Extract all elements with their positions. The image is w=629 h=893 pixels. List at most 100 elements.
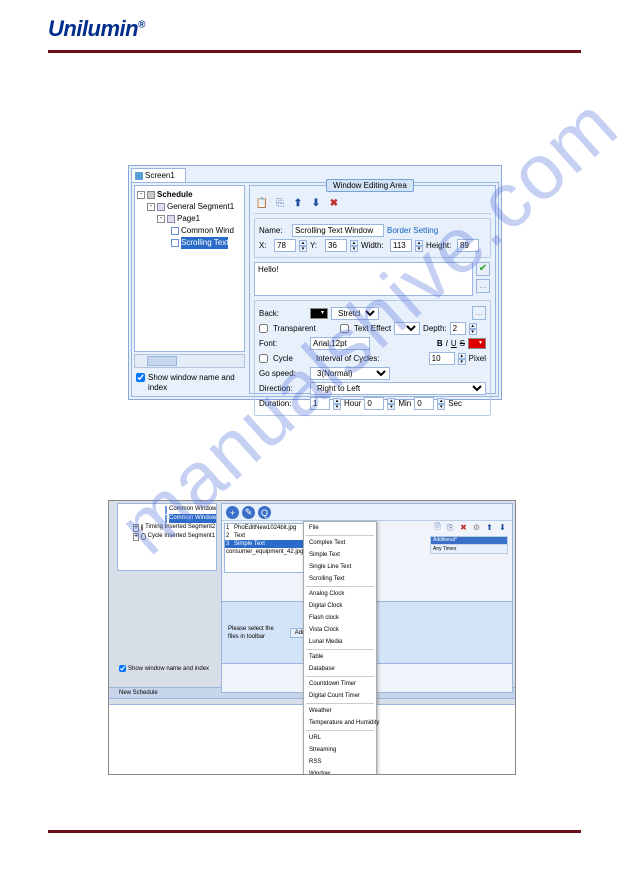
browse-button[interactable]: … bbox=[472, 306, 486, 320]
schedule-tree-2[interactable]: Common Window2 Common Window1 +Timing In… bbox=[117, 503, 217, 571]
checkbox-icon[interactable] bbox=[136, 373, 145, 382]
y-label: Y: bbox=[310, 239, 322, 252]
menu-item[interactable]: Streaming bbox=[304, 744, 376, 756]
file-list[interactable]: 1PhoEditNew1024bit.jpg 2Text 3Simple Tex… bbox=[224, 523, 304, 573]
tree-hscrollbar[interactable] bbox=[134, 354, 245, 368]
underline-button[interactable]: U bbox=[451, 337, 457, 350]
expand-icon[interactable]: - bbox=[157, 215, 165, 223]
menu-item[interactable]: Single Line Text bbox=[304, 561, 376, 573]
direction-label: Direction: bbox=[259, 382, 307, 395]
height-input[interactable] bbox=[457, 239, 479, 252]
depth-label: Depth: bbox=[423, 322, 447, 335]
spinner-icon[interactable]: ▴▾ bbox=[350, 240, 358, 252]
y-input[interactable] bbox=[325, 239, 347, 252]
italic-button[interactable]: I bbox=[446, 337, 448, 350]
strike-button[interactable]: S bbox=[460, 337, 465, 350]
back-mode-select[interactable]: Stretch bbox=[331, 307, 379, 320]
clock-icon bbox=[141, 524, 143, 531]
spinner-icon[interactable]: ▴▾ bbox=[415, 240, 423, 252]
add-media-button[interactable]: + bbox=[226, 506, 239, 519]
move-down-icon[interactable]: ⬇ bbox=[310, 197, 322, 209]
page-header: Unilumin® bbox=[0, 0, 629, 46]
direction-select[interactable]: Right to Left bbox=[310, 382, 486, 395]
sec-label: Sec bbox=[448, 397, 462, 410]
delete-icon[interactable]: ✖ bbox=[328, 197, 340, 209]
menu-item[interactable]: Vista Clock bbox=[304, 624, 376, 636]
gear-icon[interactable]: ⚙ bbox=[471, 522, 482, 533]
delete-icon[interactable]: ✖ bbox=[458, 522, 469, 533]
transparent-label: Transparent bbox=[273, 322, 316, 335]
spinner-icon[interactable]: ▴▾ bbox=[333, 398, 341, 410]
more-button[interactable]: … bbox=[476, 279, 490, 293]
hour-input[interactable] bbox=[310, 397, 330, 410]
tree-item-selected[interactable]: Common Window1 bbox=[169, 514, 217, 523]
width-input[interactable] bbox=[390, 239, 412, 252]
menu-item[interactable]: File bbox=[304, 522, 376, 534]
text-effect-checkbox[interactable] bbox=[340, 324, 349, 333]
x-input[interactable] bbox=[274, 239, 296, 252]
spinner-icon[interactable]: ▴▾ bbox=[299, 240, 307, 252]
font-color-swatch[interactable]: ▾ bbox=[468, 338, 486, 349]
copy-icon[interactable]: ⎘ bbox=[274, 197, 286, 209]
menu-item[interactable]: Table bbox=[304, 651, 376, 663]
expand-icon[interactable]: - bbox=[147, 203, 155, 211]
cycle-checkbox[interactable] bbox=[259, 354, 268, 363]
transparent-checkbox[interactable] bbox=[259, 324, 268, 333]
tool-button[interactable]: ✎ bbox=[242, 506, 255, 519]
min-input[interactable] bbox=[364, 397, 384, 410]
show-window-name-checkbox-2[interactable]: Show window name and index bbox=[119, 665, 215, 673]
expand-icon[interactable]: - bbox=[137, 191, 145, 199]
spinner-icon[interactable]: ▴▾ bbox=[458, 353, 466, 365]
cycle-icon bbox=[141, 533, 146, 540]
menu-item[interactable]: URL bbox=[304, 732, 376, 744]
document-icon[interactable]: 🗎 bbox=[432, 522, 443, 533]
spinner-icon[interactable]: ▴▾ bbox=[437, 398, 445, 410]
menu-item[interactable]: Digital Clock bbox=[304, 600, 376, 612]
menu-item[interactable]: Digital Count Timer bbox=[304, 690, 376, 702]
min-label: Min bbox=[398, 397, 411, 410]
expand-icon[interactable]: + bbox=[133, 533, 139, 541]
paste-icon[interactable]: 📋 bbox=[256, 197, 268, 209]
move-up-icon[interactable]: ⬆ bbox=[484, 522, 495, 533]
bold-button[interactable]: B bbox=[437, 337, 443, 350]
checkbox-icon[interactable] bbox=[119, 665, 126, 672]
interval-input[interactable] bbox=[429, 352, 455, 365]
confirm-button[interactable]: ✔ bbox=[476, 262, 490, 276]
back-color-swatch[interactable]: ▾ bbox=[310, 308, 328, 319]
menu-item[interactable]: Analog Clock bbox=[304, 588, 376, 600]
speed-select[interactable]: 3(Normal) bbox=[310, 367, 390, 380]
expand-icon[interactable]: + bbox=[133, 524, 139, 532]
menu-item[interactable]: Database bbox=[304, 663, 376, 675]
sec-input[interactable] bbox=[414, 397, 434, 410]
spinner-icon[interactable]: ▴▾ bbox=[469, 323, 477, 335]
tab-screen1[interactable]: Screen1 bbox=[131, 168, 186, 182]
menu-item[interactable]: Simple Text bbox=[304, 549, 376, 561]
menu-item[interactable]: Complex Text bbox=[304, 537, 376, 549]
menu-item[interactable]: RSS bbox=[304, 756, 376, 768]
screenshot-add-media: Common Window2 Common Window1 +Timing In… bbox=[108, 500, 516, 775]
copy-icon[interactable]: ⎘ bbox=[445, 522, 456, 533]
name-input[interactable] bbox=[292, 224, 384, 237]
menu-item[interactable]: Flash clock bbox=[304, 612, 376, 624]
move-up-icon[interactable]: ⬆ bbox=[292, 197, 304, 209]
border-setting-link[interactable]: Border Setting bbox=[387, 224, 438, 237]
media-type-menu[interactable]: File Complex Text Simple Text Single Lin… bbox=[303, 521, 377, 775]
tree-item-selected[interactable]: Scrolling Text bbox=[181, 237, 228, 249]
menu-item[interactable]: Lunar Media bbox=[304, 636, 376, 648]
height-label: Height: bbox=[426, 239, 454, 252]
window-icon bbox=[171, 239, 179, 247]
effect-select[interactable] bbox=[394, 322, 420, 335]
menu-item[interactable]: Scrolling Text bbox=[304, 573, 376, 585]
text-content-area[interactable]: Hello! bbox=[254, 262, 473, 296]
depth-input[interactable] bbox=[450, 322, 466, 335]
menu-item[interactable]: Window bbox=[304, 768, 376, 775]
menu-item[interactable]: Weather bbox=[304, 705, 376, 717]
font-input[interactable] bbox=[310, 337, 370, 350]
schedule-tree[interactable]: -Schedule -General Segment1 -Page1 Commo… bbox=[134, 185, 245, 352]
move-down-icon[interactable]: ⬇ bbox=[497, 522, 508, 533]
show-window-name-checkbox[interactable]: Show window name and index bbox=[136, 373, 243, 393]
spinner-icon[interactable]: ▴▾ bbox=[387, 398, 395, 410]
search-button[interactable]: Q bbox=[258, 506, 271, 519]
menu-item[interactable]: Countdown Timer bbox=[304, 678, 376, 690]
menu-item[interactable]: Temperature and Humidity bbox=[304, 717, 376, 729]
